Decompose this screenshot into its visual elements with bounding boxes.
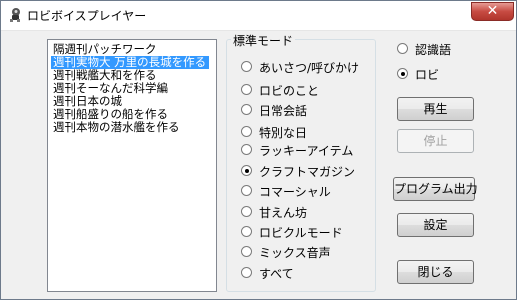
radio-label: ロビのこと	[259, 84, 320, 98]
radio-label: あいさつ/呼びかけ	[259, 61, 360, 75]
radio-label: ロビ	[415, 68, 440, 82]
mode-group-title: 標準モード	[231, 32, 296, 49]
settings-button[interactable]: 設定	[397, 213, 474, 237]
radio-label: 日常会話	[259, 104, 308, 118]
radio-label: クラフトマガジン	[259, 165, 356, 179]
program-output-button[interactable]: プログラム出力	[393, 177, 478, 201]
list-item[interactable]: 週刊本物の潜水艦を作る	[51, 121, 182, 134]
close-button[interactable]: 閉じる	[397, 260, 474, 284]
close-icon: ✕	[486, 3, 499, 19]
radio-button-icon	[241, 126, 252, 137]
window-title: ロビボイスプレイヤー	[27, 9, 147, 23]
radio-button-icon	[241, 206, 252, 217]
title-bar[interactable]: ロビボイスプレイヤー ✕	[1, 1, 516, 31]
radio-button-icon	[241, 226, 252, 237]
radio-label: コマーシャル	[259, 185, 331, 199]
radio-label: ラッキーアイテム	[259, 144, 354, 158]
radio-button-icon	[241, 246, 252, 257]
robi-app-icon	[10, 8, 20, 22]
radio-button-icon	[241, 165, 252, 176]
radio-label: ミックス音声	[259, 246, 331, 260]
close-window-button[interactable]: ✕	[471, 2, 514, 21]
episode-listbox[interactable]: 隔週刊パッチワーク 週刊実物大 万里の長城を作る 週刊戦艦大和を作る 週刊そーな…	[47, 39, 217, 292]
radio-selected-dot	[244, 168, 249, 173]
radio-button-icon	[241, 144, 252, 155]
radio-button-icon	[241, 104, 252, 115]
radio-label: すべて	[259, 267, 294, 281]
radio-button-icon	[241, 61, 252, 72]
stop-button[interactable]: 停止	[397, 129, 474, 153]
radio-button-icon	[241, 84, 252, 95]
radio-button-icon	[397, 43, 408, 54]
radio-button-icon	[241, 185, 252, 196]
radio-label: 認識語	[415, 43, 452, 57]
radio-label: ロビクルモード	[259, 226, 343, 240]
radio-button-icon	[241, 267, 252, 278]
main-window: ロビボイスプレイヤー ✕ 隔週刊パッチワーク 週刊実物大 万里の長城を作る 週刊…	[0, 0, 517, 300]
radio-label: 甘えん坊	[259, 206, 308, 220]
radio-selected-dot	[400, 71, 405, 76]
play-button[interactable]: 再生	[397, 97, 474, 121]
radio-label: 特別な日	[259, 126, 308, 140]
radio-button-icon	[397, 68, 408, 79]
